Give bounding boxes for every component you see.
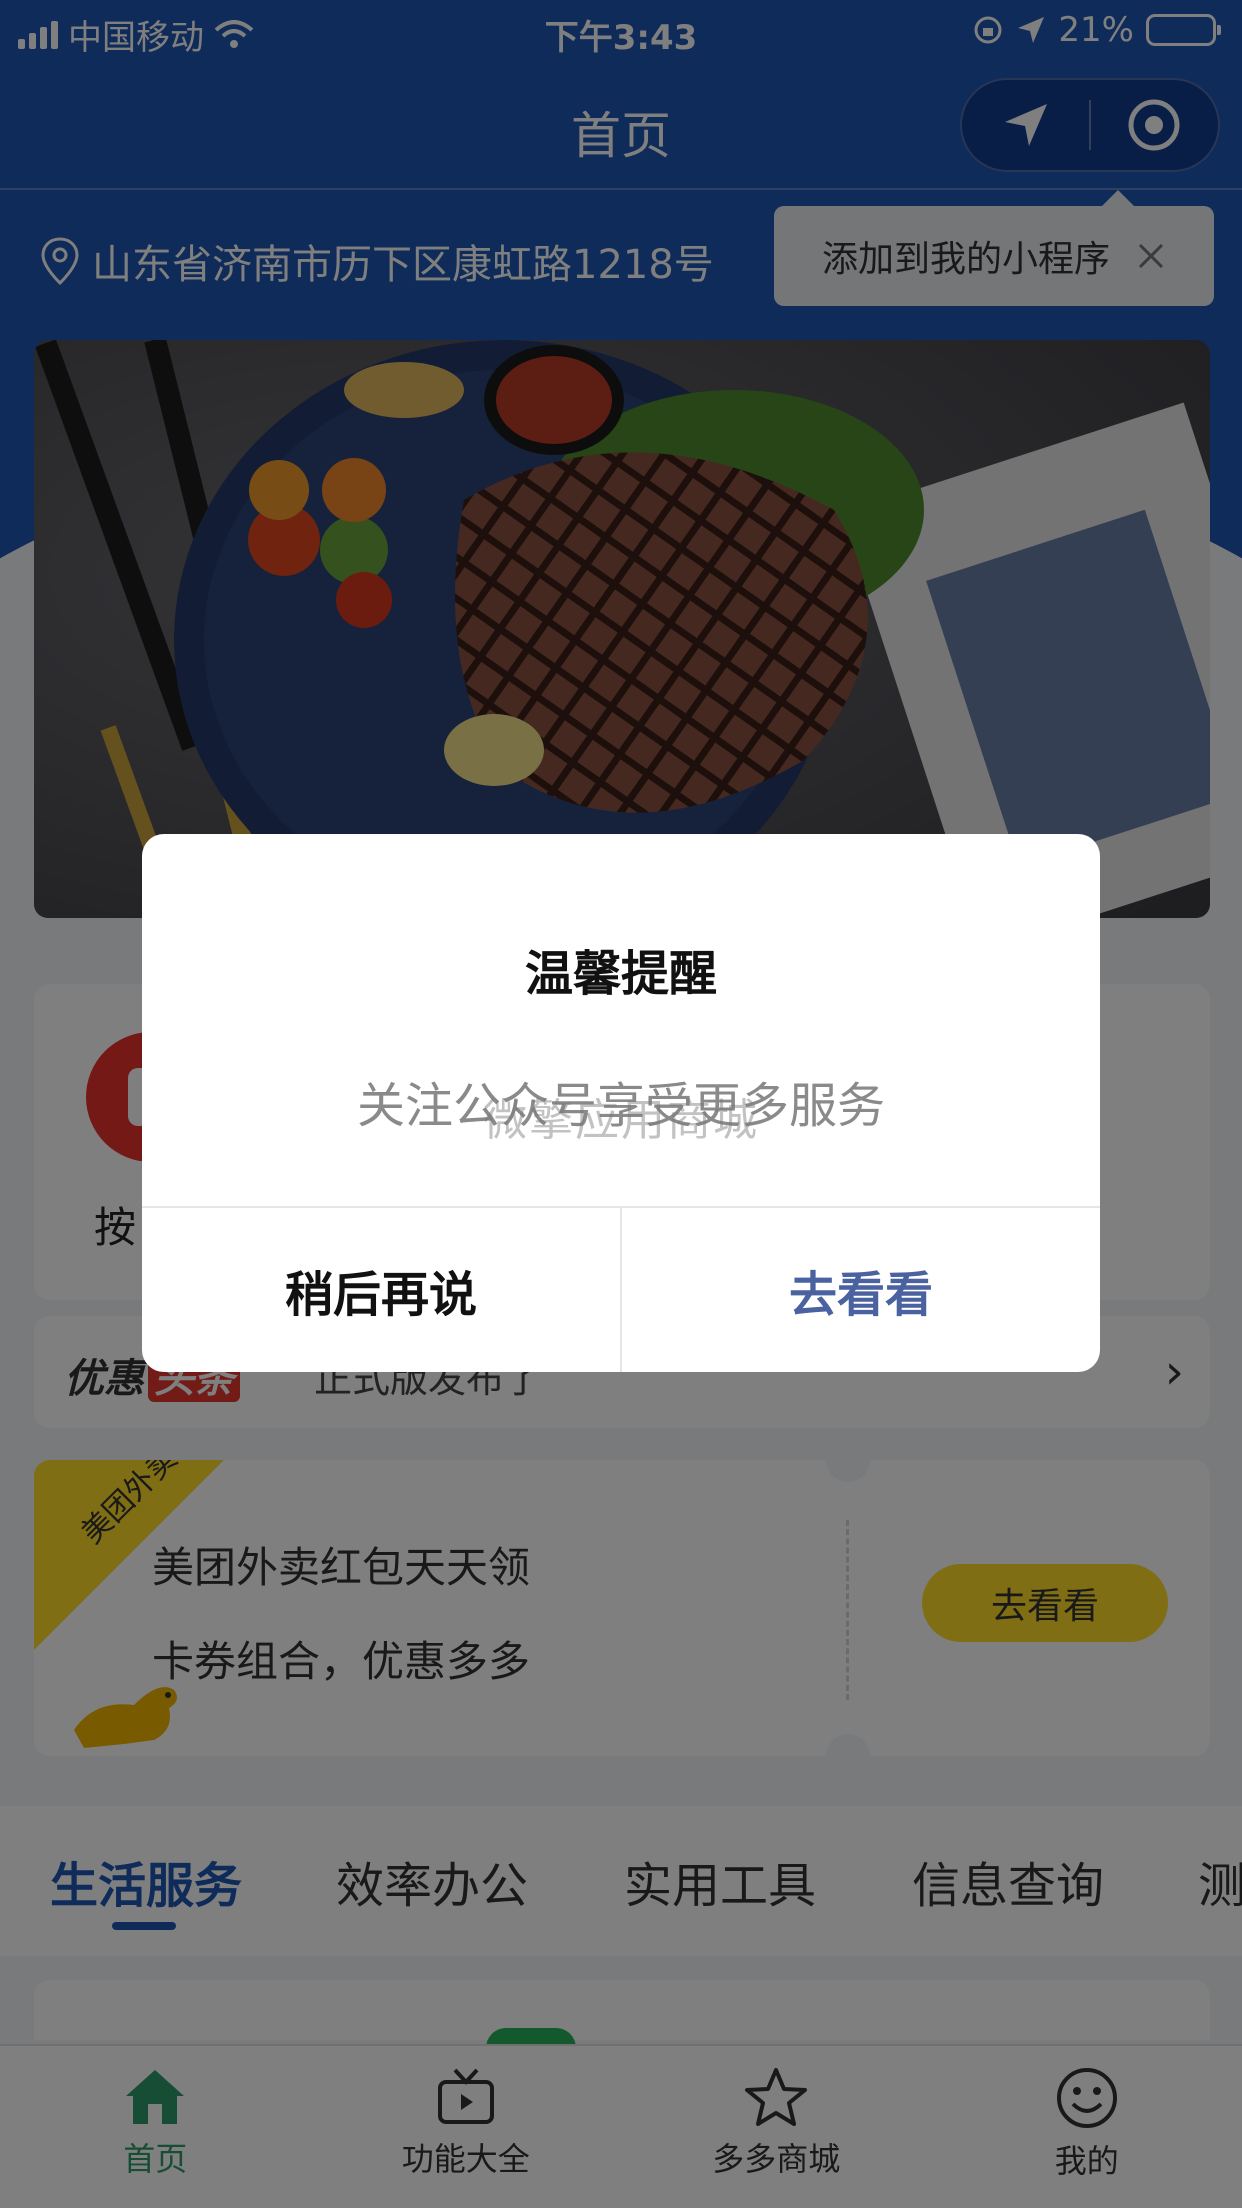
dialog-actions: 稍后再说 去看看 xyxy=(142,1206,1100,1372)
screen: 中国移动 下午3:43 21% 首页 xyxy=(0,0,1242,2208)
later-button[interactable]: 稍后再说 xyxy=(142,1208,622,1372)
dialog-watermark: 微擎应用商城 xyxy=(483,1095,759,1146)
go-see-button[interactable]: 去看看 xyxy=(622,1208,1100,1372)
dialog-title: 温馨提醒 xyxy=(524,946,717,1002)
reminder-dialog: 温馨提醒 关注公众号享受更多服务 微擎应用商城 稍后再说 去看看 xyxy=(142,834,1100,1372)
